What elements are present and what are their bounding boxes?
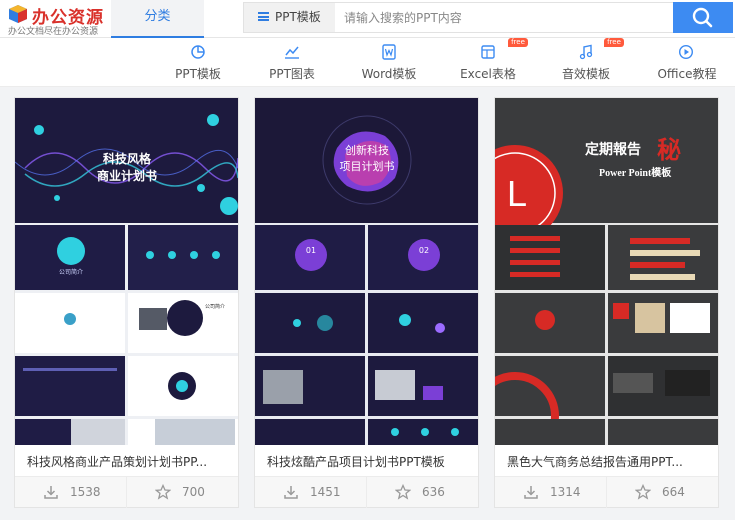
category-office-tutorial[interactable]: Office教程 (654, 38, 720, 87)
template-thumbnail[interactable]: L 定期報告 秘 Power Point模板 (495, 98, 718, 445)
cover-letter: L (507, 173, 527, 214)
slide-number: 02 (419, 246, 429, 255)
thumbnail-preview-image: 科技风格 商业计划书 公司简介 公司简介 (15, 98, 238, 445)
template-title[interactable]: 科技风格商业产品策划计划书PP... (27, 453, 227, 470)
download-count: 1451 (310, 485, 341, 499)
category-label: PPT模板 (175, 67, 221, 81)
cover-accent-char: 秘 (657, 136, 681, 164)
search-input[interactable] (344, 3, 674, 32)
star-icon (635, 484, 651, 500)
top-bar: 办公资源 办公文档尽在办公资源 分类 PPT模板 (0, 0, 735, 38)
download-icon (284, 486, 298, 499)
menu-icon (258, 12, 269, 21)
site-logo[interactable]: 办公资源 办公文档尽在办公资源 (8, 2, 108, 37)
slide-caption: 公司简介 (59, 268, 83, 276)
cover-title-line2: 项目计划书 (340, 160, 395, 173)
star-icon (395, 484, 411, 500)
template-stats: 1538 700 (15, 476, 238, 508)
category-word-template[interactable]: Word模板 (356, 38, 422, 87)
play-circle-icon (678, 44, 694, 60)
download-count: 1538 (70, 485, 101, 499)
cover-title-line2: Power Point模板 (599, 166, 672, 179)
category-label: Office教程 (657, 67, 717, 81)
category-ppt-chart[interactable]: PPT图表 (262, 38, 322, 87)
template-card[interactable]: L 定期報告 秘 Power Point模板 黑色大气商务总结报告通用PPT..… (494, 97, 719, 508)
favorite-stat[interactable]: 664 (606, 477, 717, 508)
free-badge: free (508, 38, 528, 47)
download-stat[interactable]: 1451 (255, 477, 366, 508)
word-doc-icon (382, 44, 396, 60)
cover-title-line2: 商业计划书 (97, 168, 157, 183)
excel-table-icon (481, 45, 495, 59)
download-icon (524, 486, 538, 499)
template-title[interactable]: 黑色大气商务总结报告通用PPT... (507, 453, 707, 470)
category-nav: PPT模板 PPT图表 Word模板 free Excel表格 free 音效模… (0, 38, 735, 87)
favorite-count: 636 (422, 485, 445, 499)
category-excel-table[interactable]: free Excel表格 (458, 38, 528, 87)
favorite-stat[interactable]: 636 (366, 477, 477, 508)
tab-categories[interactable]: 分类 (111, 0, 204, 38)
template-card[interactable]: 科技风格 商业计划书 公司简介 公司简介 科技风格商业产品策划计划书PP... (14, 97, 239, 508)
slide-caption: 公司简介 (205, 303, 225, 310)
search-bar: PPT模板 (243, 2, 733, 33)
download-stat[interactable]: 1314 (495, 477, 606, 508)
template-card[interactable]: 创新科技 项目计划书 01 02 科技炫酷产品项目计划书PPT模板 1451 6… (254, 97, 479, 508)
cover-title-line1: 创新科技 (345, 143, 389, 157)
thumbnail-preview-image: L 定期報告 秘 Power Point模板 (495, 98, 718, 445)
download-icon (44, 486, 58, 499)
template-thumbnail[interactable]: 科技风格 商业计划书 公司简介 公司简介 (15, 98, 238, 445)
category-label: PPT图表 (269, 67, 315, 81)
search-button[interactable] (673, 2, 733, 33)
logo-cube-icon (9, 5, 27, 23)
template-stats: 1314 664 (495, 476, 718, 508)
search-icon (692, 7, 713, 28)
template-thumbnail[interactable]: 创新科技 项目计划书 01 02 (255, 98, 478, 445)
favorite-stat[interactable]: 700 (126, 477, 237, 508)
category-sound-template[interactable]: free 音效模板 (556, 38, 624, 87)
music-note-icon (579, 44, 593, 60)
download-count: 1314 (550, 485, 581, 499)
category-label: Word模板 (361, 67, 417, 81)
template-title[interactable]: 科技炫酷产品项目计划书PPT模板 (267, 453, 467, 470)
cover-title-line1: 定期報告 (585, 141, 641, 158)
line-chart-icon (285, 46, 299, 59)
template-stats: 1451 636 (255, 476, 478, 508)
category-label: Excel表格 (460, 67, 516, 81)
favorite-count: 664 (662, 485, 685, 499)
search-type-select[interactable]: PPT模板 (244, 3, 335, 32)
download-stat[interactable]: 1538 (15, 477, 126, 508)
search-type-label: PPT模板 (275, 10, 321, 24)
slide-number: 01 (306, 246, 316, 255)
star-icon (155, 484, 171, 500)
category-ppt-template[interactable]: PPT模板 (168, 38, 228, 87)
pie-chart-icon (191, 45, 205, 59)
category-label: 音效模板 (561, 67, 610, 81)
cover-title-line1: 科技风格 (103, 151, 152, 166)
logo-subtitle: 办公文档尽在办公资源 (8, 27, 99, 37)
free-badge: free (604, 38, 624, 47)
favorite-count: 700 (182, 485, 205, 499)
thumbnail-preview-image: 创新科技 项目计划书 01 02 (255, 98, 478, 445)
